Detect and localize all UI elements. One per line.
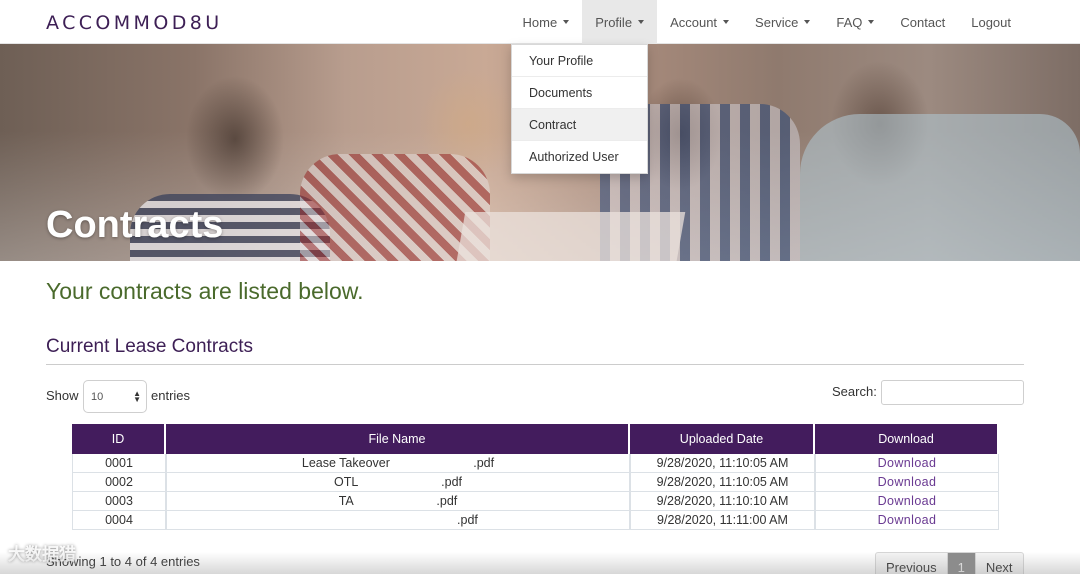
nav-profile-label: Profile	[595, 14, 633, 30]
menu-item-your-profile[interactable]: Your Profile	[512, 45, 647, 77]
caret-down-icon	[723, 20, 730, 24]
col-header-id[interactable]: ID	[72, 424, 166, 454]
caret-down-icon	[563, 20, 570, 24]
table-row: 0002 OTL .pdf 9/28/2020, 11:10:05 AM Dow…	[72, 473, 999, 492]
section-divider	[46, 364, 1024, 365]
search-label: Search:	[832, 384, 877, 399]
nav-faq[interactable]: FAQ	[823, 0, 887, 44]
top-navbar: ACCOMMOD8U Home Profile Account Service …	[0, 0, 1080, 44]
entries-select-value: 10	[91, 391, 104, 403]
nav-home[interactable]: Home	[510, 0, 583, 44]
table-row: 0001 Lease Takeover .pdf 9/28/2020, 11:1…	[72, 454, 999, 473]
download-link[interactable]: Download	[815, 473, 999, 491]
intro-text: Your contracts are listed below.	[46, 278, 364, 304]
watermark: 大数据猎	[8, 545, 76, 564]
cell-uploaded-date: 9/28/2020, 11:11:00 AM	[630, 511, 815, 529]
pagination: Previous 1 Next	[875, 552, 1024, 574]
download-link[interactable]: Download	[815, 454, 999, 472]
cell-file-name: .pdf	[166, 511, 630, 529]
nav-profile[interactable]: Profile	[582, 0, 658, 44]
col-header-file-name[interactable]: File Name	[166, 424, 630, 454]
menu-item-contract[interactable]: Contract	[512, 109, 647, 141]
profile-dropdown-menu: Your Profile Documents Contract Authoriz…	[511, 44, 648, 174]
main-nav: Home Profile Account Service FAQ Contact…	[510, 0, 1024, 44]
select-arrows-icon: ▲ ▼	[133, 389, 141, 404]
entries-label: entries	[151, 388, 191, 403]
nav-account[interactable]: Account	[657, 0, 742, 44]
contracts-table: ID File Name Uploaded Date Download 0001…	[72, 424, 999, 530]
page-title: Contracts	[46, 204, 224, 246]
nav-contact-label: Contact	[900, 14, 946, 30]
entries-per-page-select[interactable]: 10 ▲ ▼	[83, 380, 147, 413]
cell-file-name: TA .pdf	[166, 492, 630, 510]
page-1-button[interactable]: 1	[947, 553, 976, 574]
menu-item-authorized-user[interactable]: Authorized User	[512, 141, 647, 173]
cell-id: 0003	[72, 492, 166, 510]
search-input[interactable]	[881, 380, 1024, 405]
nav-service-label: Service	[755, 14, 799, 30]
col-header-download[interactable]: Download	[815, 424, 999, 454]
nav-contact[interactable]: Contact	[887, 0, 958, 44]
download-link[interactable]: Download	[815, 492, 999, 510]
cell-file-name: OTL .pdf	[166, 473, 630, 491]
show-label: Show	[46, 388, 79, 403]
nav-home-label: Home	[522, 14, 558, 30]
caret-down-icon	[868, 20, 875, 24]
table-row: 0003 TA .pdf 9/28/2020, 11:10:10 AM Down…	[72, 492, 999, 511]
brand-logo[interactable]: ACCOMMOD8U	[46, 12, 223, 34]
col-header-uploaded-date[interactable]: Uploaded Date	[630, 424, 815, 454]
cell-uploaded-date: 9/28/2020, 11:10:05 AM	[630, 454, 815, 472]
hero-photo-figure	[800, 114, 1080, 261]
caret-down-icon	[804, 20, 811, 24]
cell-id: 0001	[72, 454, 166, 472]
cell-uploaded-date: 9/28/2020, 11:10:05 AM	[630, 473, 815, 491]
caret-down-icon	[638, 20, 645, 24]
previous-page-button[interactable]: Previous	[876, 553, 948, 574]
table-row: 0004 .pdf 9/28/2020, 11:11:00 AM Downloa…	[72, 511, 999, 530]
section-title: Current Lease Contracts	[46, 336, 253, 357]
nav-account-label: Account	[670, 14, 718, 30]
nav-logout[interactable]: Logout	[958, 0, 1024, 44]
hero-photo-laptop	[454, 212, 686, 261]
cell-id: 0002	[72, 473, 166, 491]
table-header: ID File Name Uploaded Date Download	[72, 424, 999, 454]
cell-file-name: Lease Takeover .pdf	[166, 454, 630, 472]
next-page-button[interactable]: Next	[976, 553, 1023, 574]
nav-service[interactable]: Service	[742, 0, 823, 44]
cell-id: 0004	[72, 511, 166, 529]
cell-uploaded-date: 9/28/2020, 11:10:10 AM	[630, 492, 815, 510]
download-link[interactable]: Download	[815, 511, 999, 529]
nav-faq-label: FAQ	[836, 14, 863, 30]
nav-logout-label: Logout	[971, 14, 1011, 30]
menu-item-documents[interactable]: Documents	[512, 77, 647, 109]
